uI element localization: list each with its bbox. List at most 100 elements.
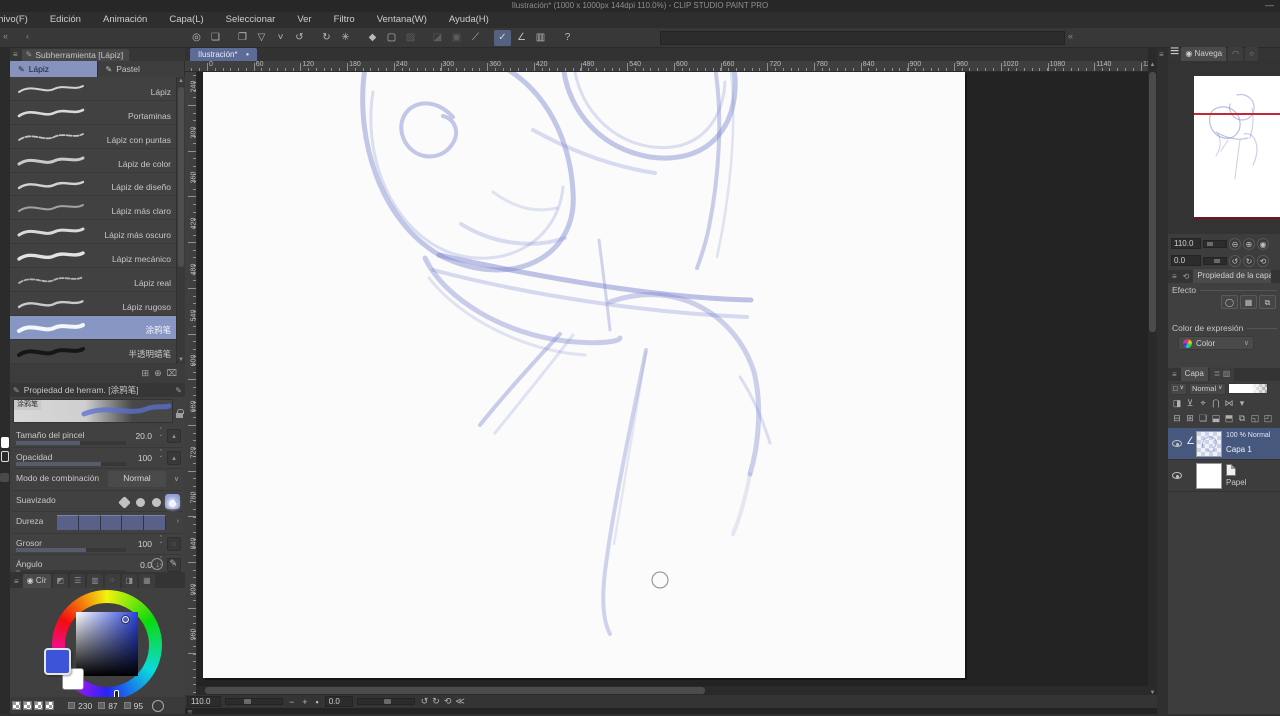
transfer-to-lower-layer-icon[interactable]: ⬓ — [1210, 413, 1222, 424]
navigator-zoom-button[interactable]: ⊖ — [1229, 238, 1241, 250]
brush-item[interactable]: Lápiz más claro — [10, 196, 176, 220]
selection-blend-icon[interactable]: ◪ — [429, 30, 446, 46]
selection-tool-icon[interactable]: ▨ — [402, 30, 419, 46]
rotate-icon[interactable]: ⟲ — [442, 696, 454, 707]
panel-menu-icon[interactable]: ≡ — [1170, 370, 1179, 381]
navigator-rotate-button[interactable]: ↻ — [1243, 255, 1255, 267]
menu-item-ventanaw[interactable]: Ventana(W) — [366, 12, 438, 28]
redo-icon[interactable]: ↻ — [318, 30, 335, 46]
new-file-icon[interactable]: ❏ — [207, 30, 224, 46]
collapse-right-icon[interactable]: « — [1068, 31, 1073, 41]
color-panel-tab-icon[interactable]: ⁘ — [105, 574, 120, 588]
draft-layer-icon[interactable]: ⌖ — [1197, 398, 1209, 409]
layer-opacity-slider[interactable] — [1228, 383, 1268, 394]
brush-item[interactable]: Lápiz — [10, 77, 176, 101]
layer-row[interactable]: ∠100 % NormalCapa 1 — [1168, 428, 1280, 460]
menu-item-filtro[interactable]: Filtro — [323, 12, 366, 28]
visibility-eye-icon[interactable] — [1172, 472, 1182, 479]
saturation-value-square[interactable] — [76, 612, 138, 676]
tab-color-circle[interactable]: ◉ Cír — [23, 574, 51, 588]
open-file-icon[interactable]: ❐ — [234, 30, 251, 46]
rotation-slider[interactable] — [357, 698, 415, 705]
layer-thumbnail[interactable] — [1196, 463, 1222, 489]
navigator-extra-tab-icon[interactable]: ◠ — [1228, 47, 1243, 61]
canvas-document[interactable] — [203, 72, 965, 678]
layer-thumbnail[interactable] — [1196, 431, 1222, 457]
back-icon[interactable]: ⟲ — [1181, 272, 1192, 283]
horizontal-scroll-thumb[interactable] — [205, 687, 705, 694]
wrench-icon[interactable]: ✎ — [169, 558, 177, 569]
navigator-zoom-button[interactable]: ⊕ — [1243, 238, 1255, 250]
zoom-in-icon[interactable]: + — [300, 697, 309, 707]
color-mode-icon[interactable] — [152, 700, 164, 712]
palette-dropdown-icon[interactable]: ▾ — [1236, 398, 1248, 409]
new-vector-layer-icon[interactable]: ⊞ — [1184, 413, 1196, 424]
zoom-out-icon[interactable]: − — [287, 697, 296, 707]
border-effect-icon[interactable]: ◯ — [1221, 295, 1238, 309]
color-panel-tab-icon[interactable]: ▥ — [87, 574, 103, 588]
property-slider[interactable] — [16, 441, 126, 445]
hardness-segments[interactable] — [57, 515, 166, 530]
color-panel-tab-icon[interactable]: ◨ — [122, 574, 138, 588]
blend-mode-dropdown[interactable]: Normal — [108, 471, 166, 487]
lock-layer-icon[interactable]: ⋂ — [1210, 398, 1222, 409]
transparent-swatch[interactable] — [23, 701, 32, 710]
hardness-segment[interactable] — [144, 515, 166, 530]
stepper-icon[interactable]: ⌃⌄ — [159, 450, 163, 459]
brush-item[interactable]: Lápiz real — [10, 268, 176, 292]
blend-mode-dropdown[interactable]: Normal ∨ — [1189, 383, 1226, 395]
transparent-swatch[interactable] — [12, 701, 21, 710]
hardness-segment[interactable] — [57, 515, 79, 530]
subtool-panel-tab[interactable]: ✎ Subherramienta [Lápiz] — [22, 49, 130, 61]
foreground-color-swatch[interactable] — [44, 648, 71, 675]
color-panel-tab-icon[interactable]: ◩ — [53, 574, 69, 588]
color-panel-tab-icon[interactable]: ▦ — [139, 574, 155, 588]
navigator-thumbnail[interactable] — [1194, 76, 1280, 220]
hardness-segment[interactable] — [79, 515, 101, 530]
smoothing-option-icon[interactable] — [149, 494, 164, 509]
menu-item-ayudah[interactable]: Ayuda(H) — [438, 12, 500, 28]
hue-cursor[interactable] — [114, 690, 119, 697]
brush-item[interactable]: Lápiz con puntas — [10, 125, 176, 149]
vertical-scroll-thumb[interactable] — [1149, 72, 1156, 332]
crop-icon[interactable]: ▢ — [383, 30, 400, 46]
color-panel-tab-icon[interactable]: ☰ — [70, 574, 85, 588]
property-value[interactable]: 20.0 — [135, 431, 152, 441]
rotate-icon[interactable]: ≪ — [453, 696, 466, 707]
subtool-tab-lápiz[interactable]: ✎Lápiz — [10, 61, 98, 77]
layer-row[interactable]: Papel — [1168, 460, 1280, 492]
lock-transparent-pixels-icon[interactable]: ⊻ — [1184, 398, 1196, 409]
merge-with-lower-layer-icon[interactable]: ⬒ — [1223, 413, 1235, 424]
collapse-left-icon[interactable]: « — [3, 31, 8, 41]
property-value[interactable]: 100 — [138, 539, 152, 549]
rotate-icon[interactable]: ↻ — [430, 696, 442, 707]
menu-item-seleccionar[interactable]: Seleccionar — [215, 12, 287, 28]
stepper-icon[interactable]: ⌃⌄ — [159, 428, 163, 437]
smoothing-option-icon[interactable] — [133, 494, 148, 509]
clip-at-layer-below-icon[interactable]: ◨ — [1171, 398, 1183, 409]
panel-menu-icon[interactable]: ≡ — [12, 577, 21, 588]
delete-subtool-icon[interactable]: ⌧ — [167, 368, 177, 379]
transparent-swatch[interactable] — [34, 701, 43, 710]
sub-color-swatch[interactable] — [1, 451, 9, 462]
layer-pick-dropdown[interactable]: □ ∨ — [1170, 383, 1187, 395]
add-subtool-icon[interactable]: ⊞ — [142, 368, 150, 379]
undo-icon[interactable]: ↺ — [291, 30, 308, 46]
property-option-icon[interactable]: ◌ — [167, 537, 181, 551]
navigator-zoom-slider[interactable] — [1203, 240, 1227, 248]
menu-item-edicin[interactable]: Edición — [39, 12, 92, 28]
layer-mask-icon[interactable]: ◱ — [1249, 413, 1261, 424]
horizontal-scrollbar[interactable] — [197, 686, 1148, 695]
visibility-eye-icon[interactable] — [1172, 440, 1182, 447]
menu-item-capal[interactable]: Capa(L) — [158, 12, 214, 28]
add-to-subtool-icon[interactable]: ↓ — [151, 558, 163, 570]
brush-item[interactable]: Lápiz mecánico — [10, 244, 176, 268]
tab-navigator[interactable]: ◉ Navega — [1181, 47, 1226, 61]
brush-item[interactable]: 涂鸦笔 — [10, 316, 176, 340]
lock-icon[interactable] — [176, 413, 183, 418]
navigator-rotation-slider[interactable] — [1203, 257, 1227, 265]
zoom-slider[interactable] — [225, 698, 283, 705]
property-option-icon[interactable]: ▴ — [167, 451, 181, 465]
hardness-segment[interactable] — [122, 515, 144, 530]
fit-to-screen-icon[interactable]: ▪ — [314, 697, 321, 707]
